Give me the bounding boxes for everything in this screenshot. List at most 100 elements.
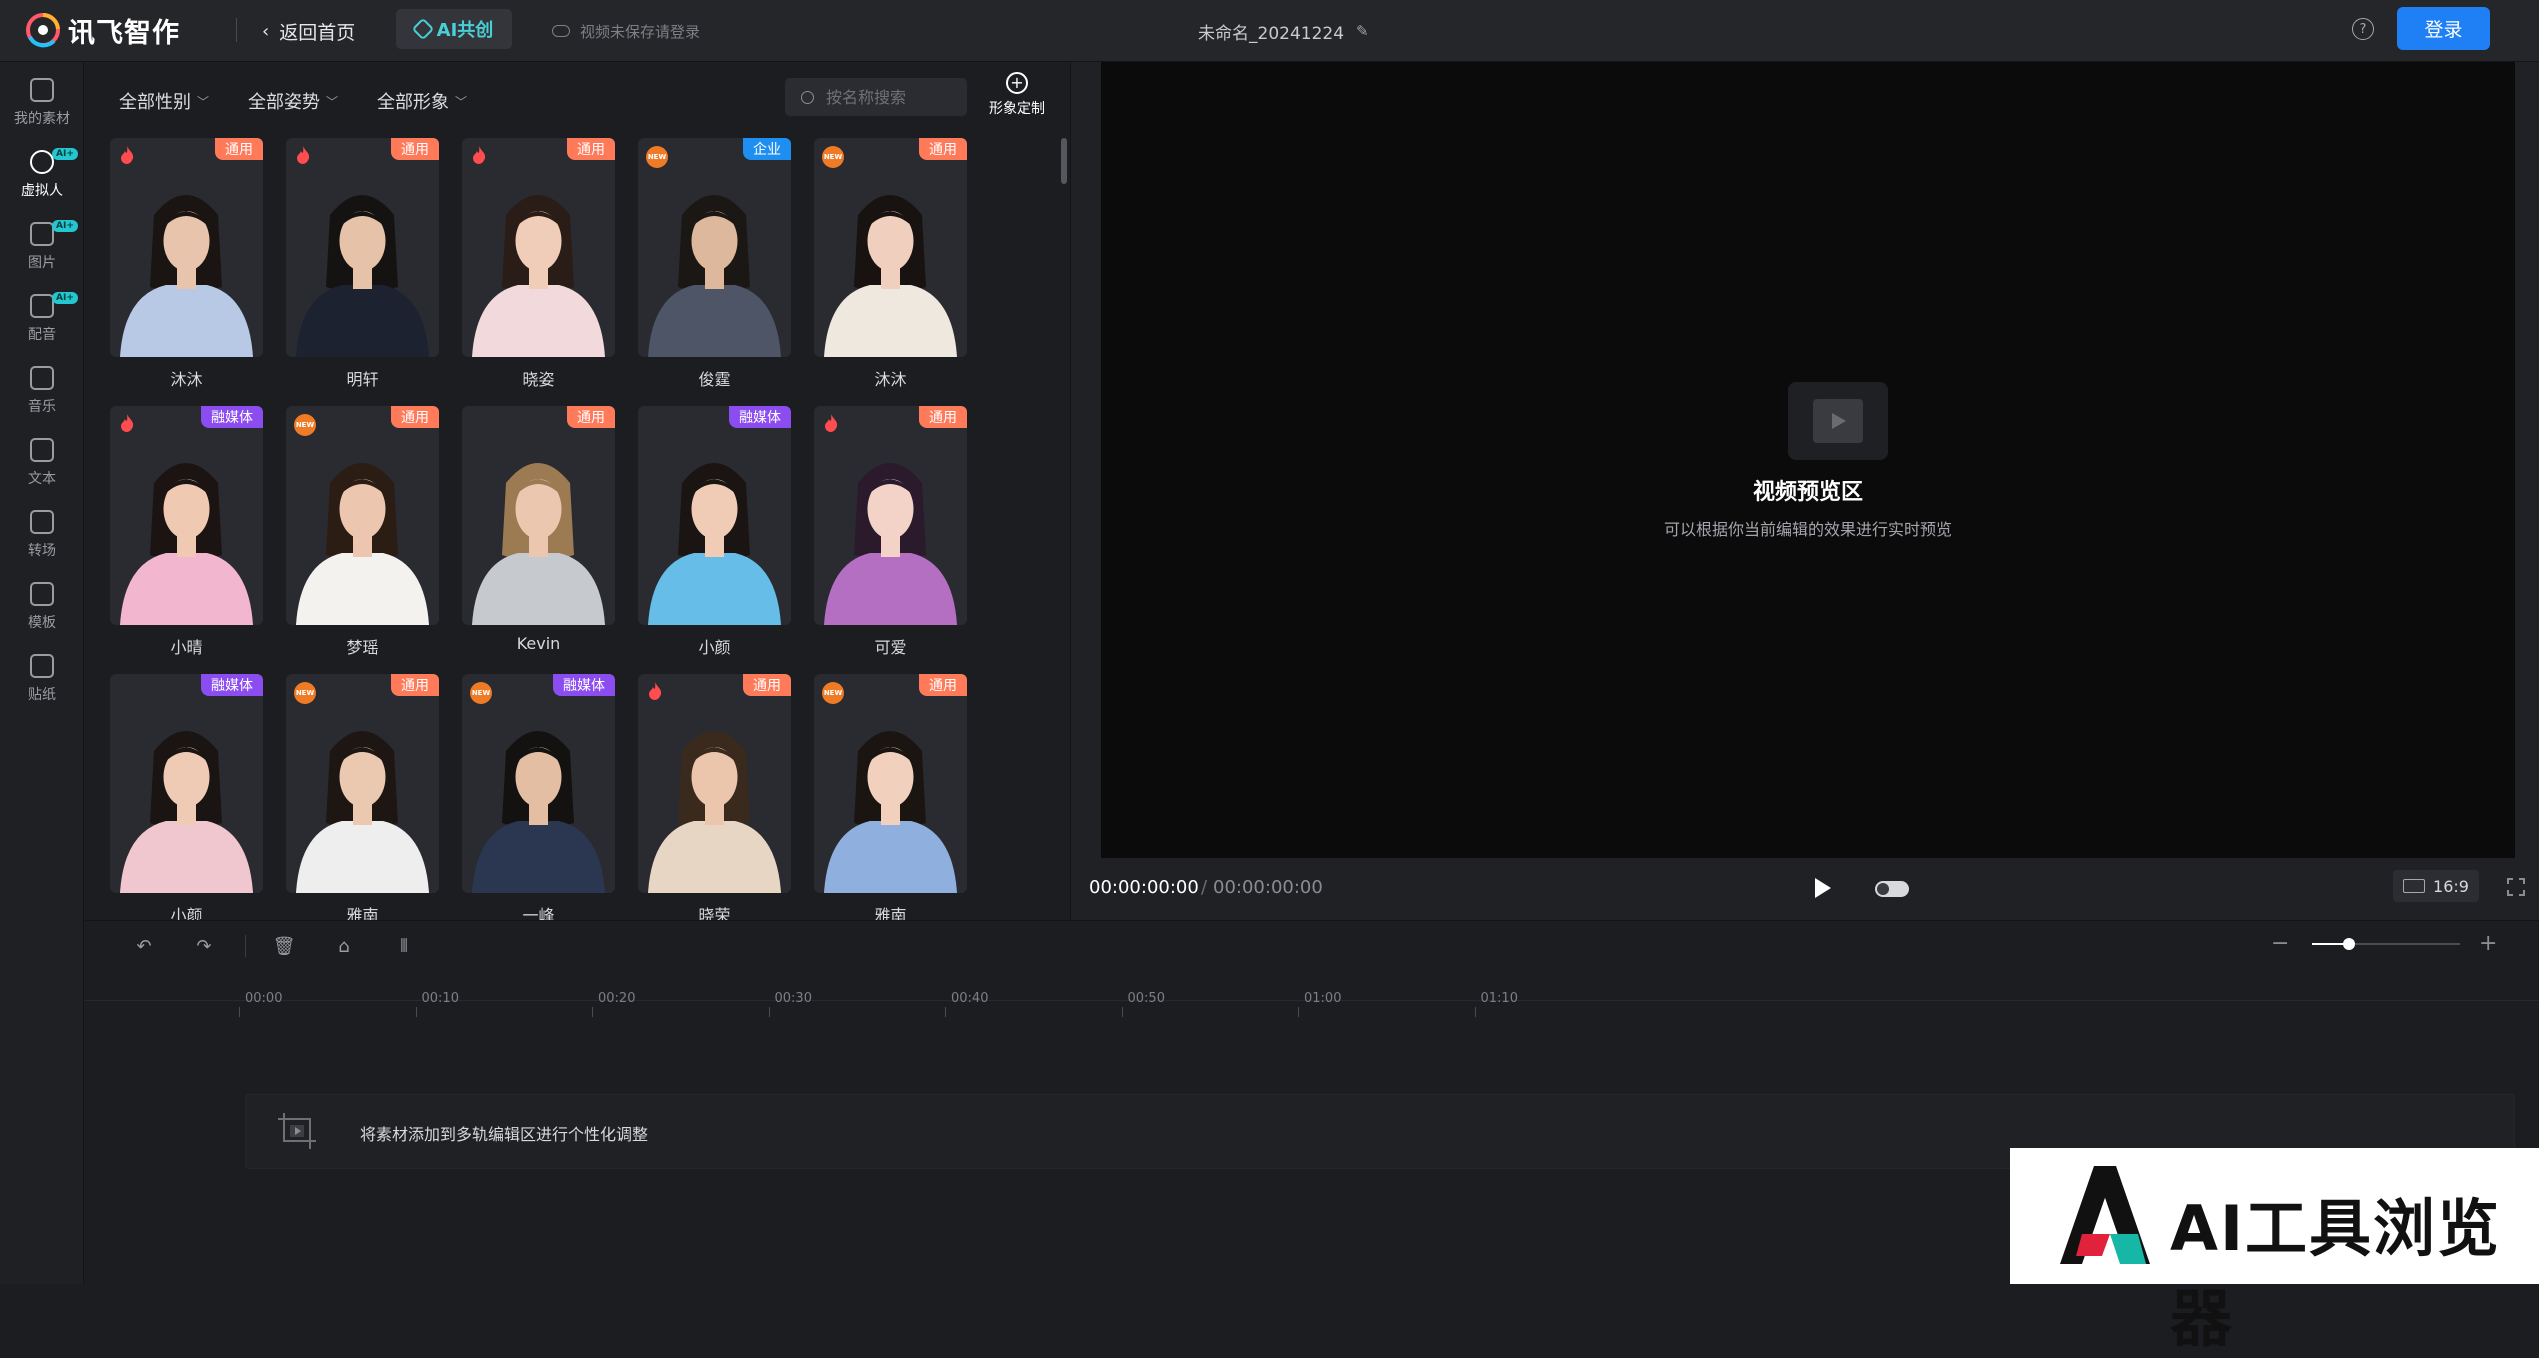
preview-title: 视频预览区 <box>1752 480 1863 505</box>
watermark: AI工具浏览器 <box>2010 1148 2539 1355</box>
text-icon <box>30 438 54 462</box>
avatar-card[interactable]: NEW 通用 <box>814 674 967 893</box>
avatar-name: Kevin <box>516 634 561 653</box>
avatar-card[interactable]: 通用 <box>462 406 615 625</box>
back-home-button[interactable]: ‹ 返回首页 <box>262 14 355 48</box>
save-notice-text: 视频未保存请登录 <box>580 22 701 41</box>
avatar-card[interactable]: NEW 通用 <box>814 138 967 357</box>
chevron-down-icon: ﹀ <box>197 94 210 109</box>
project-name-text: 未命名_20241224 <box>1198 23 1345 44</box>
ruler-tick-label: 00:40 <box>951 991 989 1006</box>
panel-scrollbar[interactable] <box>1061 138 1067 184</box>
login-button[interactable]: 登录 <box>2397 7 2490 50</box>
ruler-tick <box>945 1007 946 1017</box>
logo[interactable]: 讯飞智作 <box>24 10 180 50</box>
rail-item-label: 模板 <box>28 615 56 631</box>
flame-icon <box>297 146 310 164</box>
divider <box>245 935 246 957</box>
preview-canvas: 视频预览区 可以根据你当前编辑的效果进行实时预览 <box>1101 62 2515 858</box>
avatar-card[interactable]: NEW 企业 <box>638 138 791 357</box>
avatar-name: 晓姿 <box>522 370 555 389</box>
crop-add-icon <box>278 1113 316 1149</box>
play-icon[interactable] <box>1815 878 1831 898</box>
new-badge: NEW <box>294 414 316 436</box>
brand-name: 讯飞智作 <box>68 17 180 49</box>
fullscreen-icon[interactable] <box>2507 878 2525 896</box>
zoom-in-button[interactable]: + <box>2479 931 2497 956</box>
avatar-card[interactable]: NEW 通用 <box>286 406 439 625</box>
screen-icon <box>2403 879 2426 893</box>
ruler-tick-label: 00:50 <box>1127 991 1165 1006</box>
redo-icon[interactable]: ↷ <box>193 935 215 957</box>
image-icon <box>30 222 54 246</box>
ai-tab-label: AI共创 <box>436 20 494 41</box>
chevron-left-icon: ‹ <box>262 20 270 42</box>
avatar-card[interactable]: 融媒体 <box>110 674 263 893</box>
image-filter[interactable]: 全部形象 ﹀ <box>377 86 467 116</box>
avatar-name: 沐沐 <box>170 370 203 389</box>
basket-icon[interactable]: ⌂ <box>333 935 355 957</box>
zoom-out-button[interactable]: − <box>2271 931 2289 956</box>
avatar-card[interactable]: 通用 <box>110 138 263 357</box>
avatar-card[interactable]: 融媒体 <box>110 406 263 625</box>
time-ruler[interactable]: 00:00 00:10 00:20 00:30 00:40 00:50 01:00 01:10 <box>85 969 2539 1017</box>
avatar-tag: 通用 <box>567 138 615 160</box>
delete-icon[interactable]: 🗑 <box>273 935 296 957</box>
avatar-card[interactable]: 通用 <box>814 406 967 625</box>
ruler-tick <box>1474 1007 1476 1017</box>
avatar-figure <box>296 463 429 625</box>
avatar-card[interactable]: 融媒体 <box>638 406 791 625</box>
preview-toggle[interactable] <box>1875 881 1909 897</box>
avatar-custom-button[interactable]: + 形象定制 <box>977 72 1057 126</box>
gender-filter[interactable]: 全部性别 ﹀ <box>119 86 209 116</box>
help-icon[interactable]: ? <box>2352 18 2374 40</box>
flame-icon <box>649 682 662 700</box>
rail-item-label: 配音 <box>28 327 56 343</box>
rail-item-label: 贴纸 <box>28 687 56 703</box>
avatar-name: 梦瑶 <box>346 638 379 657</box>
aspect-ratio-label: 16:9 <box>2433 876 2469 896</box>
zoom-slider[interactable] <box>2312 938 2460 950</box>
flame-icon <box>121 146 134 164</box>
save-notice: 视频未保存请登录 <box>552 16 700 46</box>
rail-item-3[interactable]: 配音 AI+ <box>0 286 84 352</box>
ruler-tick <box>239 1007 240 1017</box>
music-icon <box>30 366 54 390</box>
rail-item-0[interactable]: 我的素材 <box>0 70 84 136</box>
rail-item-4[interactable]: 音乐 <box>0 358 84 424</box>
rail-item-6[interactable]: 转场 <box>0 502 84 568</box>
aspect-ratio-button[interactable]: 16:9 <box>2393 870 2479 902</box>
flame-icon <box>825 414 838 432</box>
flame-icon <box>121 414 134 432</box>
rail-item-5[interactable]: 文本 <box>0 430 84 496</box>
search-input[interactable] <box>824 86 954 108</box>
ai-badge: AI+ <box>52 220 78 232</box>
edit-pen-icon[interactable]: ✎ <box>1356 22 1369 40</box>
zoom-slider-handle[interactable] <box>2343 938 2355 950</box>
split-icon[interactable]: ⫴ <box>393 935 415 957</box>
image-filter-label: 全部形象 <box>377 92 449 113</box>
avatar-card[interactable]: 通用 <box>462 138 615 357</box>
avatar-card[interactable]: 通用 <box>638 674 791 893</box>
ruler-tick <box>768 1007 770 1017</box>
ai-badge: AI+ <box>52 292 78 304</box>
rail-item-8[interactable]: 贴纸 <box>0 646 84 712</box>
rail-item-1[interactable]: 虚拟人 AI+ <box>0 142 84 208</box>
undo-icon[interactable]: ↶ <box>133 935 155 957</box>
pose-filter[interactable]: 全部姿势 ﹀ <box>248 86 338 116</box>
ruler-tick <box>1298 1007 1299 1017</box>
avatar-icon <box>30 150 54 174</box>
avatar-card[interactable]: NEW 融媒体 <box>462 674 615 893</box>
avatar-card[interactable]: NEW 通用 <box>286 674 439 893</box>
project-name[interactable]: 未命名_20241224 ✎ <box>1198 16 1369 46</box>
ai-cocreate-tab[interactable]: AI共创 <box>396 9 512 49</box>
rail-item-7[interactable]: 模板 <box>0 574 84 640</box>
new-badge: NEW <box>822 682 844 704</box>
rail-item-2[interactable]: 图片 AI+ <box>0 214 84 280</box>
avatar-card[interactable]: 通用 <box>286 138 439 357</box>
watermark-logo-icon <box>2060 1166 2150 1264</box>
watermark-text: AI工具浏览器 <box>2170 1192 2502 1355</box>
chevron-down-icon: ﹀ <box>326 94 339 109</box>
avatar-figure <box>472 195 605 357</box>
avatar-figure <box>296 195 429 357</box>
